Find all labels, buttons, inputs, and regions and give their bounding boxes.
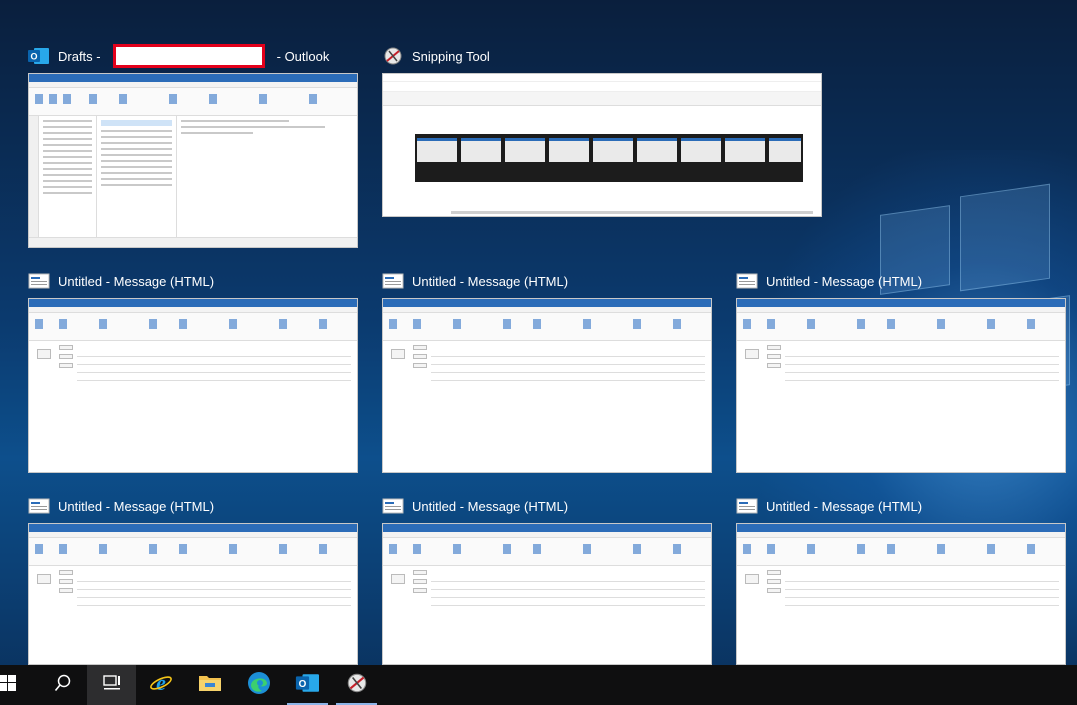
compose-message-icon — [28, 271, 50, 291]
snipping-tool-taskbar-button[interactable] — [332, 665, 381, 705]
thumb-menu-bar — [383, 82, 821, 92]
outlook-taskbar-button[interactable]: O — [283, 665, 332, 705]
window-title: Untitled - Message (HTML) — [766, 273, 923, 289]
start-button[interactable] — [0, 665, 38, 705]
window-thumbnail[interactable] — [382, 523, 712, 665]
window-title: Untitled - Message (HTML) — [412, 498, 569, 514]
thumb-message-list — [97, 116, 177, 237]
window-title-bar: Untitled - Message (HTML) — [28, 269, 368, 293]
snipping-tool-icon — [345, 672, 369, 699]
window-title-bar: Untitled - Message (HTML) — [382, 269, 722, 293]
window-thumbnail[interactable] — [736, 298, 1066, 473]
compose-message-icon — [382, 271, 404, 291]
window-title-bar: Snipping Tool — [382, 44, 722, 68]
window-title-bar: Untitled - Message (HTML) — [28, 494, 368, 518]
thumb-ribbon — [29, 88, 357, 116]
internet-explorer-icon: e — [149, 670, 173, 700]
snipping-tool-icon — [382, 46, 404, 66]
edge-icon — [247, 671, 271, 700]
search-icon — [54, 674, 72, 697]
window-thumbnail[interactable] — [28, 523, 358, 665]
thumb-captured-image — [415, 134, 803, 182]
task-view-button[interactable] — [87, 665, 136, 705]
task-view-icon — [102, 674, 121, 696]
svg-text:O: O — [30, 52, 37, 62]
window-thumbnail[interactable] — [382, 73, 822, 217]
window-thumbnail[interactable] — [28, 298, 358, 473]
thumb-folder-pane — [39, 116, 97, 237]
window-title-bar: Untitled - Message (HTML) — [382, 494, 722, 518]
internet-explorer-button[interactable]: e — [136, 665, 185, 705]
window-title: Untitled - Message (HTML) — [58, 273, 215, 289]
compose-message-icon — [382, 496, 404, 516]
thumb-toolbar — [383, 92, 821, 106]
taskbar: e O — [0, 665, 1077, 705]
thumb-scrollbar — [451, 211, 813, 214]
window-title: Untitled - Message (HTML) — [58, 498, 215, 514]
window-title-suffix: - Outlook — [276, 48, 330, 64]
thumb-titlebar — [29, 74, 357, 82]
task-view: O Drafts - - Outlook Snipping Tool Untit… — [0, 0, 1077, 665]
window-title-bar: O Drafts - - Outlook — [28, 44, 368, 68]
window-title-bar: Untitled - Message (HTML) — [736, 269, 1076, 293]
window-title-bar: Untitled - Message (HTML) — [736, 494, 1076, 518]
search-button[interactable] — [38, 665, 87, 705]
thumb-status-bar — [29, 237, 357, 247]
thumb-reading-pane — [177, 116, 357, 237]
thumb-titlebar — [383, 74, 821, 82]
window-title: Untitled - Message (HTML) — [766, 498, 923, 514]
window-title: Snipping Tool — [412, 48, 490, 64]
outlook-icon: O — [28, 46, 50, 66]
svg-text:O: O — [298, 678, 306, 689]
redacted-account-box — [112, 44, 265, 68]
svg-text:e: e — [156, 671, 166, 695]
window-title-prefix: Drafts - — [58, 48, 101, 64]
edge-button[interactable] — [234, 665, 283, 705]
window-thumbnail[interactable] — [382, 298, 712, 473]
compose-message-icon — [28, 496, 50, 516]
window-thumbnail[interactable] — [28, 73, 358, 248]
compose-message-icon — [736, 496, 758, 516]
thumb-nav-bar — [29, 116, 39, 237]
outlook-icon: O — [295, 672, 321, 699]
windows-logo-icon — [0, 674, 16, 696]
folder-icon — [198, 673, 222, 698]
file-explorer-button[interactable] — [185, 665, 234, 705]
window-thumbnail[interactable] — [736, 523, 1066, 665]
compose-message-icon — [736, 271, 758, 291]
window-title: Untitled - Message (HTML) — [412, 273, 569, 289]
